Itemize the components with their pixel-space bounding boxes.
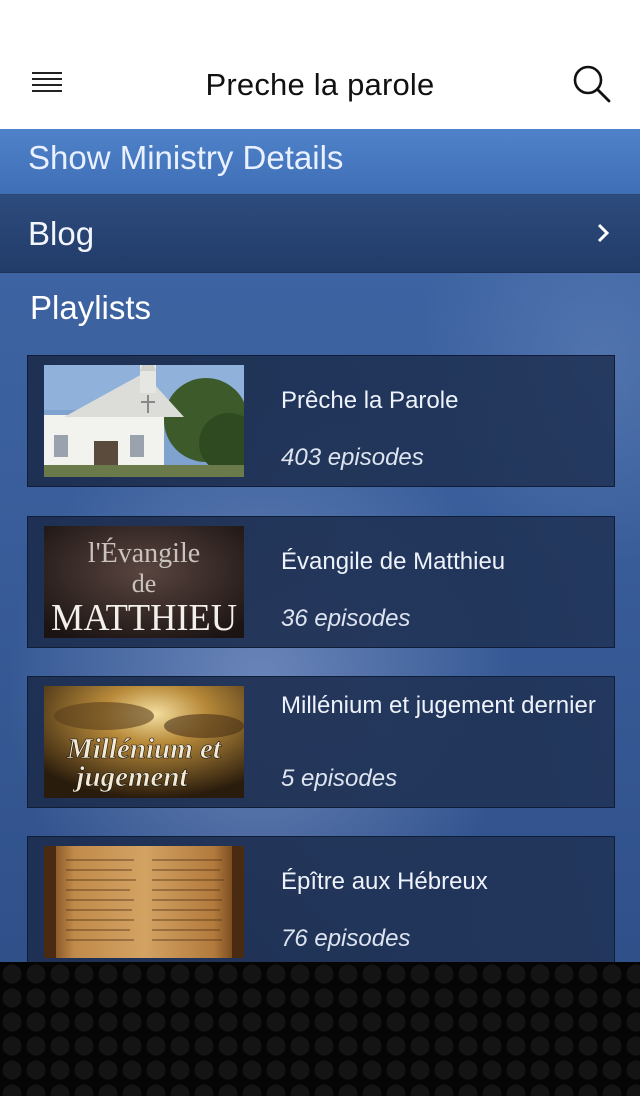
playlist-episode-count: 76 episodes [281, 925, 411, 952]
playlist-name: Millénium et jugement dernier [281, 692, 596, 719]
playlist-item[interactable]: Épître aux Hébreux 76 episodes [27, 836, 615, 962]
show-ministry-details-button[interactable]: Show Ministry Details [0, 129, 640, 195]
playlist-name: Prêche la Parole [281, 387, 459, 414]
playlist-thumbnail-church [44, 365, 244, 477]
main-content: Show Ministry Details Blog Playlists Prê… [0, 129, 640, 962]
playlist-item[interactable]: l'Évangile de MATTHIEU Évangile de Matth… [27, 516, 615, 648]
thumb-text-line2: de [132, 569, 157, 598]
playlist-name: Évangile de Matthieu [281, 548, 506, 575]
thumb-text-line2: jugement [72, 761, 188, 793]
chevron-right-icon [597, 223, 610, 243]
thumb-text-line3: MATTHIEU [51, 597, 237, 638]
playlist-thumbnail-scroll [44, 846, 244, 958]
playlist-thumbnail-matthieu: l'Évangile de MATTHIEU [44, 526, 244, 638]
playlist-episode-count: 36 episodes [281, 605, 411, 632]
playlist-thumbnail-millenium: Millénium et jugement [44, 686, 244, 798]
playlist-episode-count: 5 episodes [281, 765, 398, 792]
bottom-pattern-area [0, 962, 640, 1096]
playlist-episode-count: 403 episodes [281, 444, 424, 471]
playlists-heading: Playlists [30, 289, 152, 326]
ministry-details-label: Show Ministry Details [28, 139, 344, 176]
search-icon[interactable] [572, 64, 612, 104]
blog-label: Blog [28, 215, 95, 252]
playlist-item[interactable]: Millénium et jugement Millénium et jugem… [27, 676, 615, 808]
thumb-text-line1: l'Évangile [88, 538, 200, 569]
playlist-item[interactable]: Prêche la Parole 403 episodes [27, 355, 615, 487]
app-header: Preche la parole [0, 0, 640, 129]
playlist-name: Épître aux Hébreux [281, 868, 488, 895]
page-title: Preche la parole [205, 67, 435, 102]
blog-row[interactable]: Blog [0, 195, 640, 273]
